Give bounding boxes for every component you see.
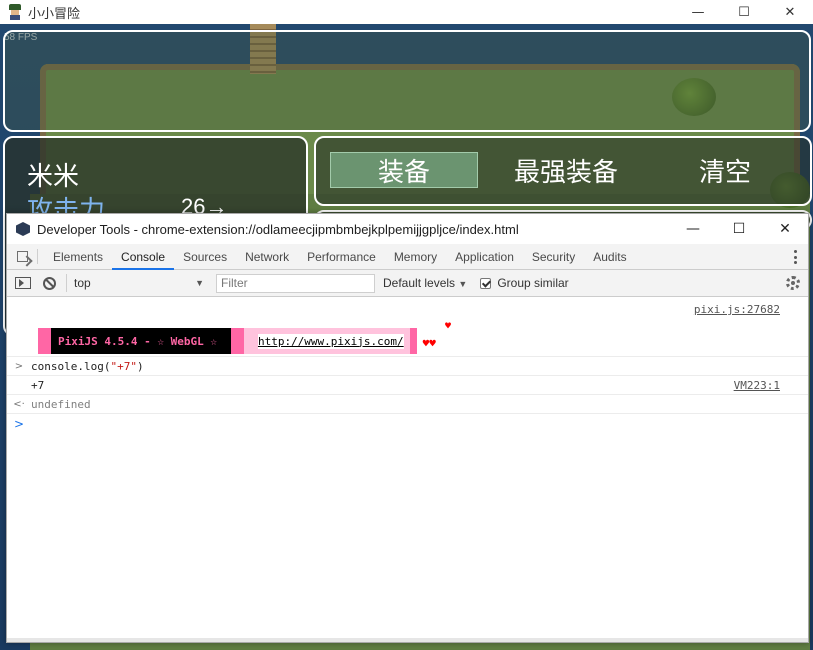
prompt-chevron-icon: > <box>13 416 25 431</box>
filter-input[interactable] <box>216 273 375 293</box>
console-settings-icon[interactable] <box>786 276 800 290</box>
close-button[interactable]: ✕ <box>767 0 813 24</box>
app-title: 小小冒险 <box>28 5 81 21</box>
result-value: undefined <box>31 397 91 411</box>
inspect-element-button[interactable] <box>7 244 37 269</box>
source-link[interactable]: VM223:1 <box>734 379 780 392</box>
pixi-banner-text: PixiJS 4.5.4 - ☆ WebGL ☆ <box>51 328 231 354</box>
window-controls: — ☐ ✕ <box>675 0 813 24</box>
devtools-titlebar: Developer Tools - chrome-extension://odl… <box>7 214 808 244</box>
toolbar-divider <box>66 274 67 292</box>
input-chevron-icon: > <box>14 360 24 372</box>
tab-elements[interactable]: Elements <box>44 244 112 269</box>
devtools-bottom-edge <box>7 638 808 642</box>
log-levels-dropdown[interactable]: Default levels ▼ <box>383 276 467 290</box>
app-icon <box>8 4 22 20</box>
dropdown-arrow-icon: ▼ <box>458 279 468 289</box>
context-value: top <box>74 276 91 290</box>
devtools-title: Developer Tools - chrome-extension://odl… <box>37 221 519 237</box>
tab-audits[interactable]: Audits <box>584 244 635 269</box>
devtools-minimize-button[interactable]: — <box>670 214 716 244</box>
devtools-tabbar: Elements Console Sources Network Perform… <box>7 244 808 270</box>
console-output[interactable]: pixi.js:27682 ♥ PixiJS 4.5.4 - ☆ WebGL ☆… <box>7 297 808 433</box>
tab-performance[interactable]: Performance <box>298 244 385 269</box>
group-similar-label: Group similar <box>497 276 569 290</box>
devtools-maximize-button[interactable]: ☐ <box>716 214 762 244</box>
best-equip-command[interactable]: 最强装备 <box>506 152 626 188</box>
devtools-logo-icon <box>16 222 30 236</box>
devtools-window-controls: — ☐ ✕ <box>670 214 808 244</box>
tab-application[interactable]: Application <box>446 244 523 269</box>
context-selector[interactable]: top ▼ <box>74 276 207 290</box>
dropdown-arrow-icon: ▼ <box>195 278 204 288</box>
heart-icon: ♥ <box>445 321 452 332</box>
tab-divider <box>37 249 38 264</box>
minimize-button[interactable]: — <box>675 0 721 24</box>
command-panel: 装备 最强装备 清空 <box>314 136 812 206</box>
console-command-row: > console.log("+7") <box>7 357 808 376</box>
more-options-icon[interactable] <box>790 249 800 265</box>
app-titlebar: 小小冒险 — ☐ ✕ <box>0 0 813 24</box>
console-log-row: +7 VM223:1 <box>7 376 808 395</box>
console-message: pixi.js:27682 ♥ PixiJS 4.5.4 - ☆ WebGL ☆… <box>7 297 808 357</box>
tab-sources[interactable]: Sources <box>174 244 236 269</box>
devtools-close-button[interactable]: ✕ <box>762 214 808 244</box>
tab-console[interactable]: Console <box>112 244 175 270</box>
tab-memory[interactable]: Memory <box>385 244 446 269</box>
hearts-icon: ♥♥ <box>422 336 436 350</box>
log-output: +7 <box>31 378 45 392</box>
console-result-row: <· undefined <box>7 395 808 414</box>
group-similar-checkbox[interactable] <box>480 277 492 289</box>
console-prompt-row[interactable]: > <box>7 414 808 433</box>
inspect-icon <box>16 251 28 262</box>
command-text: console.log("+7") <box>31 359 144 373</box>
maximize-button[interactable]: ☐ <box>721 0 767 24</box>
character-name: 米米 <box>27 161 80 191</box>
tab-security[interactable]: Security <box>523 244 584 269</box>
clear-command[interactable]: 清空 <box>694 152 756 188</box>
source-link[interactable]: pixi.js:27682 <box>694 303 780 316</box>
tab-network[interactable]: Network <box>236 244 298 269</box>
pixi-url-link[interactable]: http://www.pixijs.com/ <box>257 333 404 349</box>
equip-command[interactable]: 装备 <box>330 152 478 188</box>
pixi-banner: PixiJS 4.5.4 - ☆ WebGL ☆ http://www.pixi… <box>38 328 436 354</box>
result-arrow-icon: <· <box>13 398 25 410</box>
show-sidebar-icon[interactable] <box>15 277 31 289</box>
console-toolbar: top ▼ Default levels ▼ Group similar <box>7 270 808 297</box>
log-levels-label: Default levels <box>383 276 456 290</box>
clear-console-icon[interactable] <box>43 276 56 290</box>
map-panel <box>3 30 811 132</box>
devtools-window: Developer Tools - chrome-extension://odl… <box>6 213 809 643</box>
